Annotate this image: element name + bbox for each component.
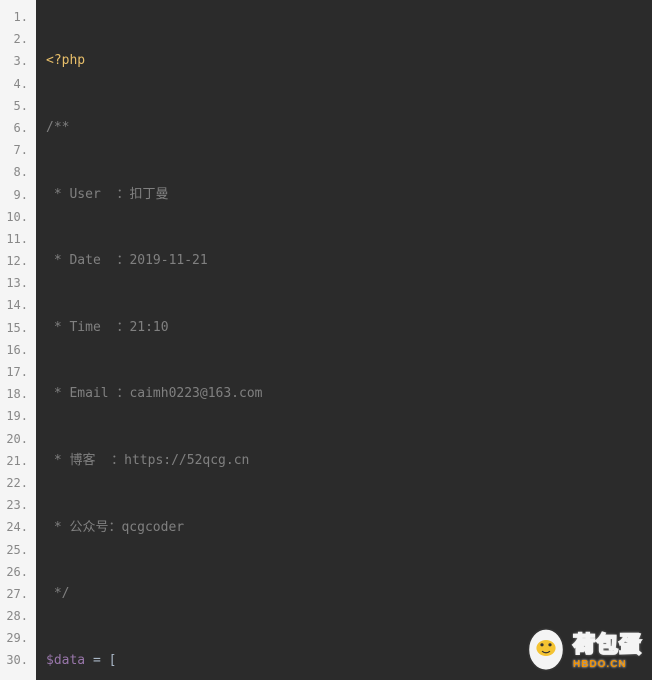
line-number: 11. bbox=[4, 228, 28, 250]
line-number: 10. bbox=[4, 206, 28, 228]
line-number: 15. bbox=[4, 317, 28, 339]
line-number: 2. bbox=[4, 28, 28, 50]
line-number: 23. bbox=[4, 494, 28, 516]
line-number: 16. bbox=[4, 339, 28, 361]
code-area[interactable]: <?php /** * User ：扣丁曼 * Date ：2019-11-21… bbox=[36, 0, 652, 680]
code-line: /** bbox=[46, 117, 642, 139]
line-number: 26. bbox=[4, 561, 28, 583]
code-line: * 博客 ：https://52qcg.cn bbox=[46, 450, 642, 472]
line-number: 14. bbox=[4, 294, 28, 316]
line-number: 7. bbox=[4, 139, 28, 161]
line-number: 29. bbox=[4, 627, 28, 649]
code-line: * Email ：caimh0223@163.com bbox=[46, 383, 642, 405]
line-number: 28. bbox=[4, 605, 28, 627]
line-number: 18. bbox=[4, 383, 28, 405]
line-number: 5. bbox=[4, 95, 28, 117]
line-number: 25. bbox=[4, 539, 28, 561]
line-number: 20. bbox=[4, 428, 28, 450]
line-number: 1. bbox=[4, 6, 28, 28]
line-number: 6. bbox=[4, 117, 28, 139]
line-number: 17. bbox=[4, 361, 28, 383]
line-number: 4. bbox=[4, 73, 28, 95]
line-number: 13. bbox=[4, 272, 28, 294]
code-line: * User ：扣丁曼 bbox=[46, 184, 642, 206]
line-number: 30. bbox=[4, 649, 28, 671]
line-number: 24. bbox=[4, 516, 28, 538]
code-line: */ bbox=[46, 583, 642, 605]
code-line: * Date ：2019-11-21 bbox=[46, 250, 642, 272]
line-number: 22. bbox=[4, 472, 28, 494]
line-number: 9. bbox=[4, 184, 28, 206]
line-number: 3. bbox=[4, 50, 28, 72]
code-editor: 1.2.3.4.5.6.7.8.9.10.11.12.13.14.15.16.1… bbox=[0, 0, 652, 680]
line-number: 21. bbox=[4, 450, 28, 472]
line-gutter: 1.2.3.4.5.6.7.8.9.10.11.12.13.14.15.16.1… bbox=[0, 0, 36, 680]
code-line: $data = [ bbox=[46, 650, 642, 672]
line-number: 19. bbox=[4, 405, 28, 427]
code-line: * 公众号：qcgcoder bbox=[46, 517, 642, 539]
code-line: <?php bbox=[46, 50, 642, 72]
php-open-tag: <?php bbox=[46, 53, 85, 68]
line-number: 27. bbox=[4, 583, 28, 605]
line-number: 8. bbox=[4, 161, 28, 183]
code-line: * Time ：21:10 bbox=[46, 317, 642, 339]
line-number: 12. bbox=[4, 250, 28, 272]
